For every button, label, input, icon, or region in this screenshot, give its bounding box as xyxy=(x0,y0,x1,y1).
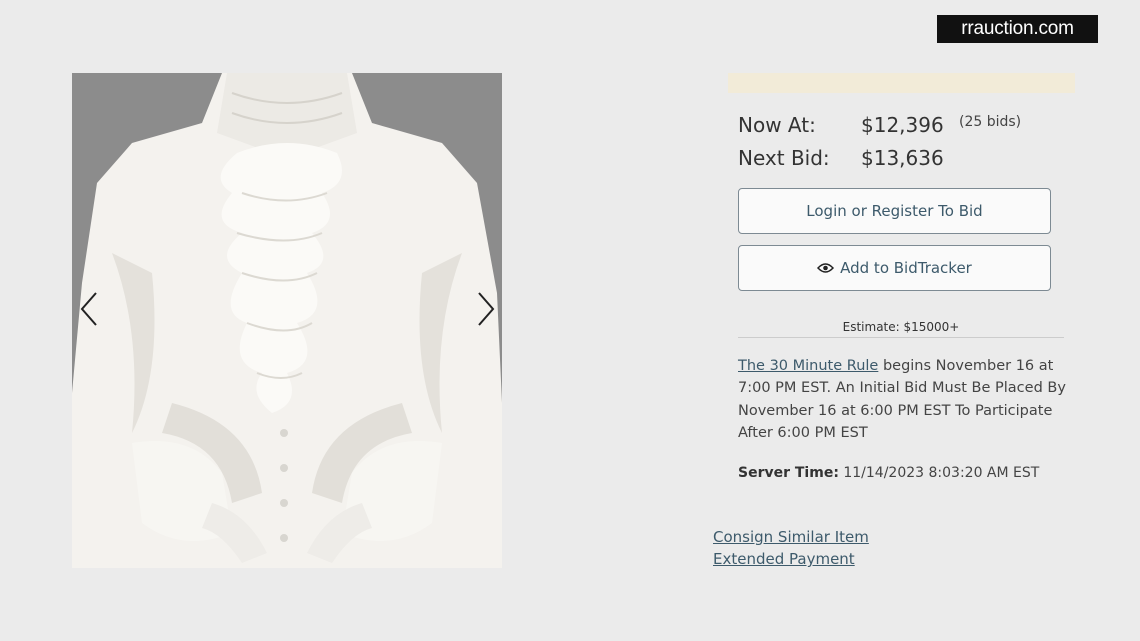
shirt-photo xyxy=(72,73,502,568)
next-bid-value: $13,636 xyxy=(861,146,944,170)
bid-count: (25 bids) xyxy=(959,114,1022,130)
now-at-label: Now At: xyxy=(738,113,816,137)
server-time-value: 11/14/2023 8:03:20 AM EST xyxy=(838,465,1040,481)
server-time-label: Server Time: xyxy=(738,465,839,481)
add-to-bidtracker-label: Add to BidTracker xyxy=(840,259,972,277)
chevron-right-icon[interactable] xyxy=(473,290,497,328)
notice-bar xyxy=(728,73,1075,93)
login-register-label: Login or Register To Bid xyxy=(806,202,983,220)
eye-icon xyxy=(817,263,835,273)
now-at-value: $12,396 xyxy=(861,113,944,137)
watermark-logo: rrauction.com xyxy=(937,15,1098,43)
estimate-text: Estimate: $15000+ xyxy=(842,320,960,334)
item-image-gallery xyxy=(72,73,502,568)
server-time: Server Time: 11/14/2023 8:03:20 AM EST xyxy=(738,465,1039,481)
30-minute-rule-link[interactable]: The 30 Minute Rule xyxy=(738,358,878,374)
add-to-bidtracker-button[interactable]: Add to BidTracker xyxy=(738,245,1051,291)
login-register-button[interactable]: Login or Register To Bid xyxy=(738,188,1051,234)
next-bid-label: Next Bid: xyxy=(738,146,830,170)
bidding-rule-text: The 30 Minute Rule begins November 16 at… xyxy=(738,355,1068,444)
extended-payment-link[interactable]: Extended Payment xyxy=(713,550,855,568)
consign-similar-item-link[interactable]: Consign Similar Item xyxy=(713,528,869,546)
divider xyxy=(738,337,1064,338)
chevron-left-icon[interactable] xyxy=(78,290,102,328)
